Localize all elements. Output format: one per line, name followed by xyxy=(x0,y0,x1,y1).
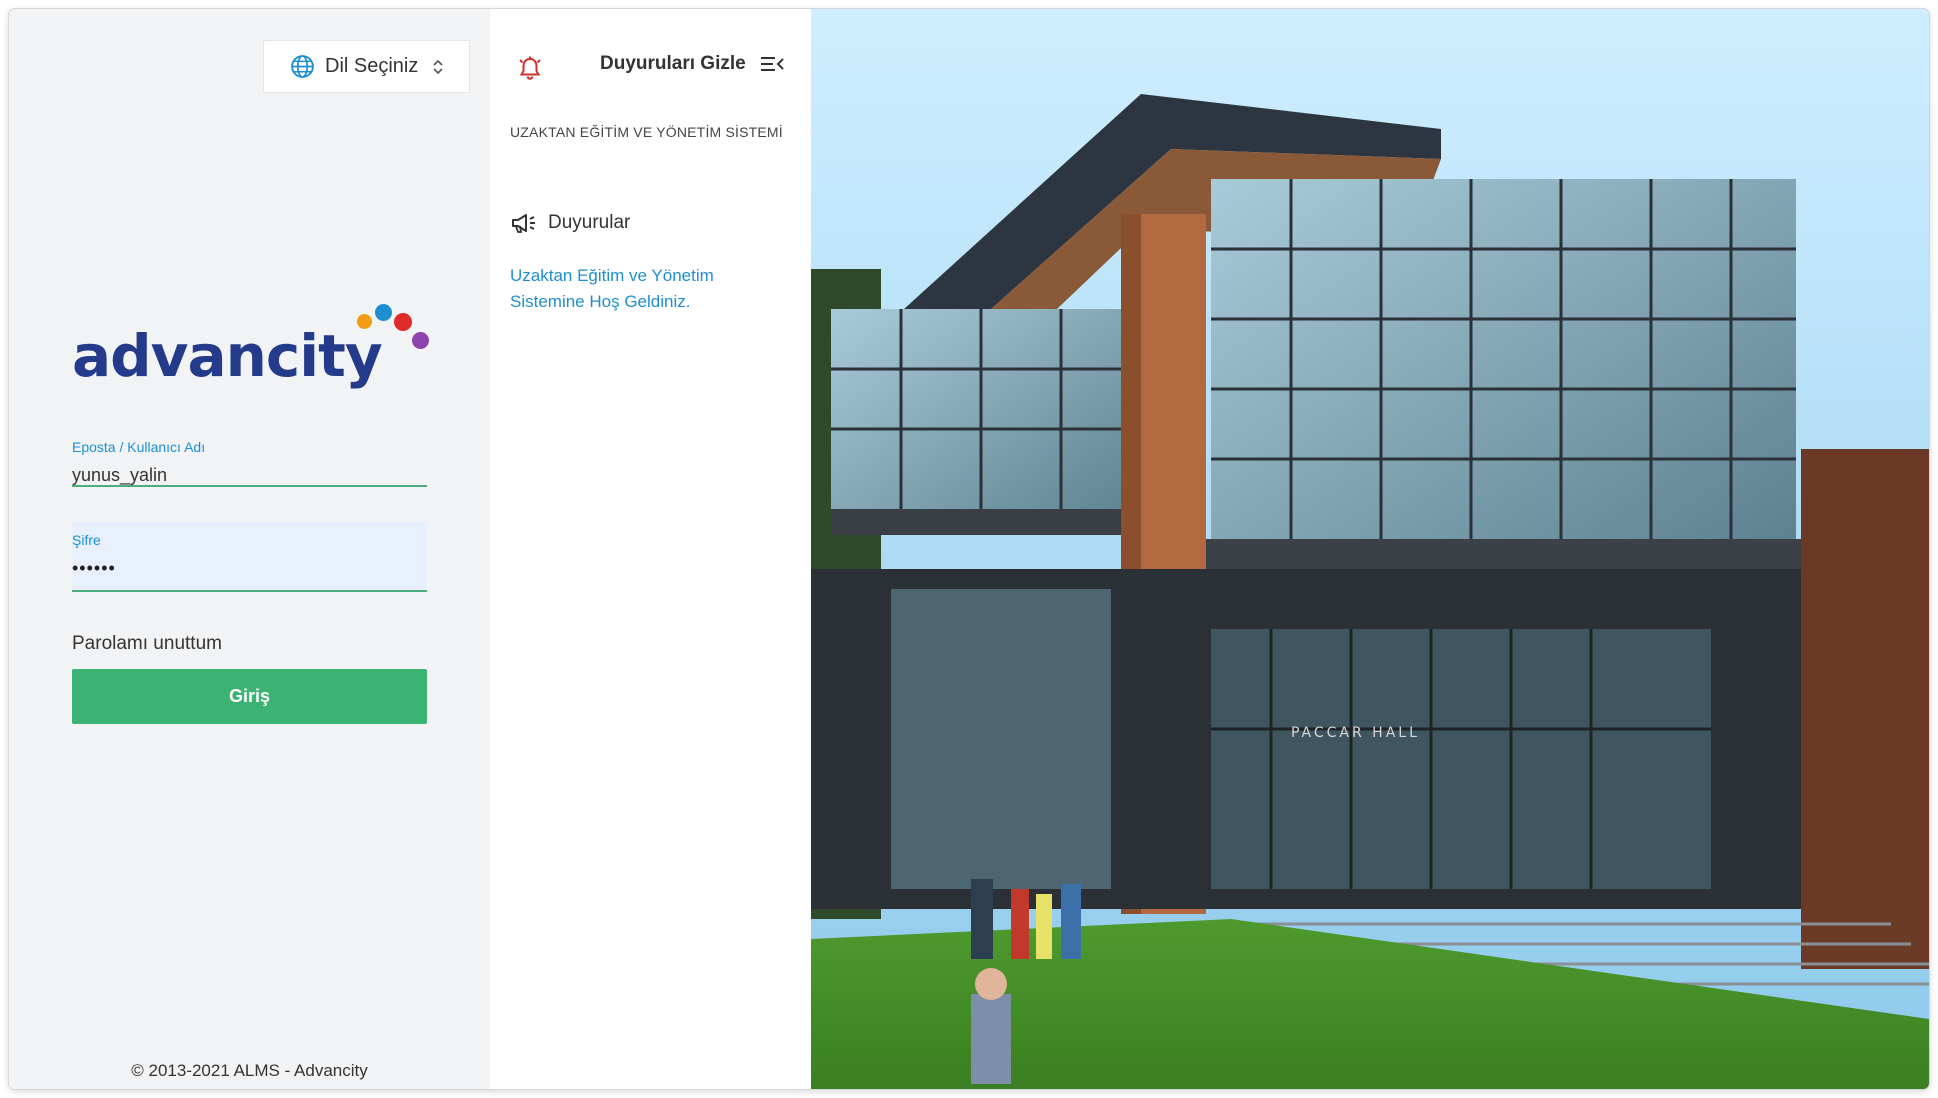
announcements-heading-text: Duyurular xyxy=(548,212,631,233)
forgot-password-link[interactable]: Parolamı unuttum xyxy=(72,633,222,655)
logo-dot-orange xyxy=(357,314,372,329)
collapse-menu-icon xyxy=(760,57,784,71)
password-field: Şifre xyxy=(72,522,427,592)
bell-icon[interactable] xyxy=(516,54,544,82)
globe-icon xyxy=(291,55,314,78)
username-input[interactable] xyxy=(72,465,427,486)
login-panel: Dil Seçiniz advancity Eposta / Kullanıcı… xyxy=(9,9,490,1089)
hide-announcements-toggle[interactable]: Duyuruları Gizle xyxy=(600,53,784,75)
announcement-item[interactable]: Uzaktan Eğitim ve Yönetim Sistemine Hoş … xyxy=(510,263,760,315)
language-selector-label: Dil Seçiniz xyxy=(325,55,419,77)
chevron-up-down-icon xyxy=(433,59,443,74)
logo-text: advancity xyxy=(72,322,383,390)
advancity-logo: advancity xyxy=(72,304,432,404)
megaphone-icon xyxy=(512,214,535,233)
announcements-heading: Duyurular xyxy=(510,211,630,235)
logo-dot-purple xyxy=(412,332,429,349)
username-label: Eposta / Kullanıcı Adı xyxy=(72,439,206,455)
building-sign: PACCAR HALL xyxy=(1291,725,1420,741)
announcements-panel: Duyuruları Gizle UZAKTAN EĞİTİM VE YÖNET… xyxy=(490,9,811,1089)
language-selector[interactable]: Dil Seçiniz xyxy=(263,40,470,93)
password-label: Şifre xyxy=(72,532,101,548)
login-button[interactable]: Giriş xyxy=(72,669,427,724)
username-field: Eposta / Kullanıcı Adı xyxy=(72,427,427,487)
hide-announcements-label: Duyuruları Gizle xyxy=(600,53,746,74)
password-input[interactable] xyxy=(72,558,427,579)
logo-dot-red xyxy=(394,313,412,331)
building-illustration: PACCAR HALL xyxy=(811,9,1929,1089)
copyright-text: © 2013-2021 ALMS - Advancity xyxy=(131,1061,368,1080)
campus-building-photo: PACCAR HALL xyxy=(811,9,1929,1089)
system-title: UZAKTAN EĞİTİM VE YÖNETİM SİSTEMİ xyxy=(510,124,783,140)
browser-window: Dil Seçiniz advancity Eposta / Kullanıcı… xyxy=(9,9,1929,1089)
logo-dot-blue xyxy=(375,304,392,321)
